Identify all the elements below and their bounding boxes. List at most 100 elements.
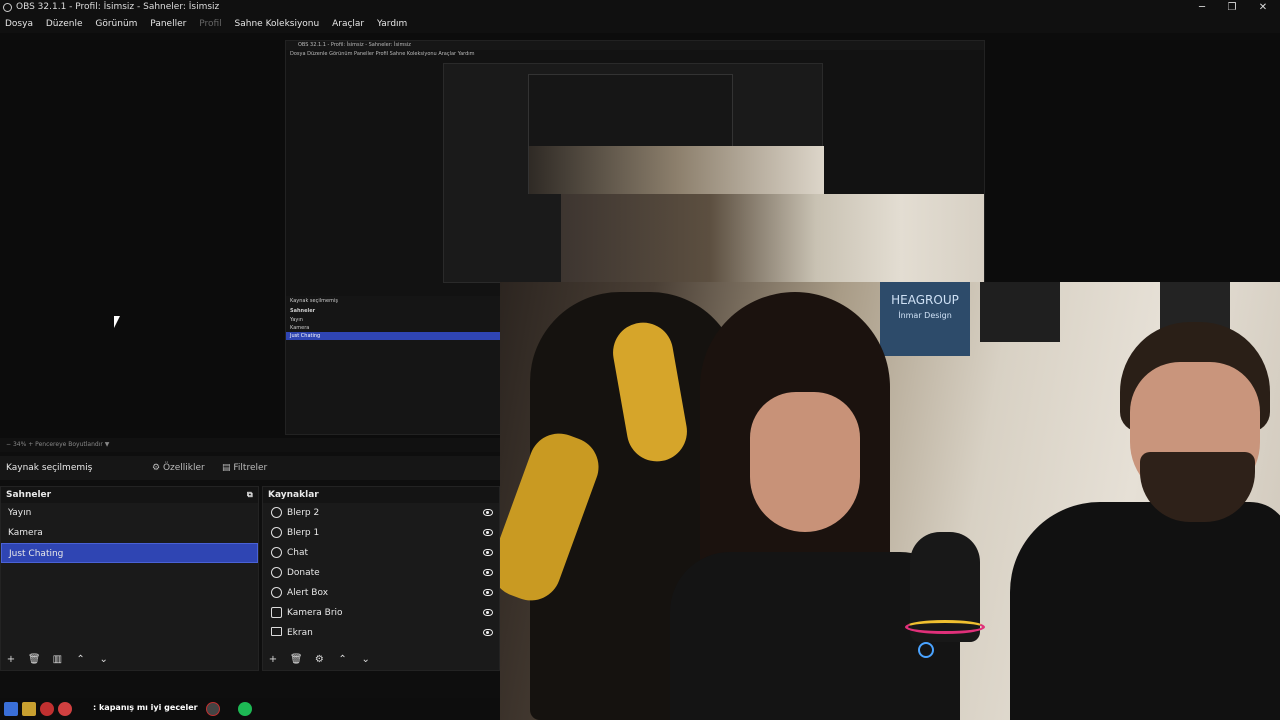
wall-banner: HEAGROUP İnmar Design: [880, 282, 970, 356]
source-item-blerp-2[interactable]: Blerp 2: [263, 503, 499, 523]
nested-context-label: Kaynak seçilmemiş: [290, 298, 338, 304]
browser-source-icon: [271, 587, 282, 598]
person-right-body: [1010, 502, 1280, 720]
menu-duzenle[interactable]: Düzenle: [41, 15, 88, 33]
folder-icon[interactable]: [22, 702, 36, 716]
visibility-eye-icon[interactable]: [483, 549, 493, 556]
scene-filters-icon[interactable]: ▥: [47, 650, 67, 670]
source-item-kamera-brio[interactable]: Kamera Brio: [263, 603, 499, 623]
browser-source-icon: [271, 547, 282, 558]
nested-scene-kamera: Kamera: [290, 325, 310, 331]
add-scene-icon[interactable]: +: [1, 650, 21, 670]
source-settings-icon[interactable]: ⚙: [309, 650, 329, 670]
context-bar: Kaynak seçilmemiş ⚙ Özellikler ▤ Filtrel…: [0, 456, 500, 480]
add-source-icon[interactable]: +: [263, 650, 283, 670]
mouse-cursor-icon: [114, 316, 120, 328]
menu-sahne-koleksiyonu[interactable]: Sahne Koleksiyonu: [230, 15, 325, 33]
camera-icon: [271, 607, 282, 618]
monitor-icon: [271, 627, 282, 636]
menu-yardim[interactable]: Yardım: [372, 15, 412, 33]
scenes-toolbar: + 🗑 ▥ ⌃ ⌄: [1, 650, 258, 670]
menu-profil[interactable]: Profil: [194, 15, 226, 33]
filters-label: Filtreler: [233, 463, 268, 473]
minimize-button[interactable]: ─: [1187, 0, 1217, 15]
scene-item-kamera[interactable]: Kamera: [1, 523, 258, 543]
menu-dosya[interactable]: Dosya: [0, 15, 38, 33]
window-titlebar: OBS 32.1.1 - Profil: İsimsiz - Sahneler:…: [0, 0, 1280, 15]
source-item-chat[interactable]: Chat: [263, 543, 499, 563]
browser-source-icon: [271, 567, 282, 578]
move-up-icon[interactable]: ⌃: [71, 650, 91, 670]
banner-brand: HEAGROUP: [891, 293, 959, 307]
source-label: Chat: [287, 548, 309, 558]
zoom-minus-icon[interactable]: −: [6, 441, 11, 448]
zoom-plus-icon[interactable]: +: [28, 441, 33, 448]
filter-icon: ▤: [222, 463, 231, 473]
person-left-face: [750, 392, 860, 532]
app-icon-red[interactable]: [40, 702, 54, 716]
browser-source-icon: [271, 527, 282, 538]
window-title: OBS 32.1.1 - Profil: İsimsiz - Sahneler:…: [16, 2, 220, 12]
menu-gorunum[interactable]: Görünüm: [90, 15, 142, 33]
source-label: Donate: [287, 568, 320, 578]
gear-icon: ⚙: [152, 463, 161, 473]
source-label: Blerp 2: [287, 508, 320, 518]
source-item-alert-box[interactable]: Alert Box: [263, 583, 499, 603]
webcam-feed: HEAGROUP İnmar Design: [500, 282, 1280, 720]
remove-source-icon[interactable]: 🗑: [286, 650, 306, 670]
maximize-button[interactable]: ❐: [1217, 0, 1247, 15]
scenes-header-label: Sahneler: [6, 490, 52, 500]
visibility-eye-icon[interactable]: [483, 529, 493, 536]
chrome-icon[interactable]: [58, 702, 72, 716]
zoom-level: 34%: [12, 441, 27, 448]
nested-docks: Kaynak seçilmemiş Sahneler Yayın Kamera …: [286, 296, 500, 434]
scene-item-yayin[interactable]: Yayın: [1, 503, 258, 523]
source-item-ekran[interactable]: Ekran: [263, 623, 499, 643]
close-button[interactable]: ✕: [1248, 0, 1278, 15]
move-down-icon[interactable]: ⌄: [94, 650, 114, 670]
fit-label[interactable]: Pencereye Boyutlandır: [35, 441, 103, 448]
scenes-header: Sahneler ⧉: [1, 487, 258, 503]
mic-led: [918, 642, 934, 658]
move-up-icon[interactable]: ⌃: [333, 650, 353, 670]
menu-bar: Dosya Düzenle Görünüm Paneller Profil Sa…: [0, 15, 1280, 33]
filters-button[interactable]: ▤ Filtreler: [222, 460, 267, 476]
nested-scenes-header: Sahneler: [290, 308, 316, 314]
sources-toolbar: + 🗑 ⚙ ⌃ ⌄: [263, 650, 499, 670]
properties-button[interactable]: ⚙ Özellikler: [152, 460, 205, 476]
preview-status: − 34% + Pencereye Boyutlandır ▼: [0, 438, 500, 452]
source-label: Ekran: [287, 628, 313, 638]
source-label: Alert Box: [287, 588, 329, 598]
fit-dropdown-icon[interactable]: ▼: [105, 441, 110, 448]
mic-rgb-ring: [905, 620, 985, 634]
browser-source-icon: [271, 507, 282, 518]
nested-menubar: Dosya Düzenle Görünüm Paneller Profil Sa…: [290, 51, 475, 57]
source-item-donate[interactable]: Donate: [263, 563, 499, 583]
visibility-eye-icon[interactable]: [483, 569, 493, 576]
sources-dock: Kaynaklar Blerp 2 Blerp 1 Chat Donate Al…: [262, 486, 500, 671]
scene-item-just-chating[interactable]: Just Chating: [1, 543, 258, 563]
acoustic-panel: [980, 282, 1060, 342]
menu-paneller[interactable]: Paneller: [145, 15, 191, 33]
banner-sub: İnmar Design: [898, 311, 952, 320]
nested-camera-mid: [529, 146, 824, 194]
app-icon[interactable]: [4, 702, 18, 716]
visibility-eye-icon[interactable]: [483, 509, 493, 516]
nested-titlebar: OBS 32.1.1 - Profil: İsimsiz - Sahneler:…: [286, 41, 984, 50]
obs-icon[interactable]: [206, 702, 220, 716]
obs-logo-icon: [3, 3, 12, 12]
visibility-eye-icon[interactable]: [483, 609, 493, 616]
scenes-dock: Sahneler ⧉ Yayın Kamera Just Chating + 🗑…: [0, 486, 259, 671]
spotify-icon[interactable]: [238, 702, 252, 716]
undock-icon[interactable]: ⧉: [247, 487, 253, 503]
remove-scene-icon[interactable]: 🗑: [24, 650, 44, 670]
source-item-blerp-1[interactable]: Blerp 1: [263, 523, 499, 543]
visibility-eye-icon[interactable]: [483, 589, 493, 596]
visibility-eye-icon[interactable]: [483, 629, 493, 636]
taskbar-overlay: : kapanış mı iyi geceler: [0, 698, 500, 720]
context-label: Kaynak seçilmemiş: [6, 463, 93, 473]
menu-araclar[interactable]: Araçlar: [327, 15, 369, 33]
move-down-icon[interactable]: ⌄: [356, 650, 376, 670]
nested-scene-just-chating: Just Chating: [286, 332, 500, 340]
properties-label: Özellikler: [162, 463, 205, 473]
